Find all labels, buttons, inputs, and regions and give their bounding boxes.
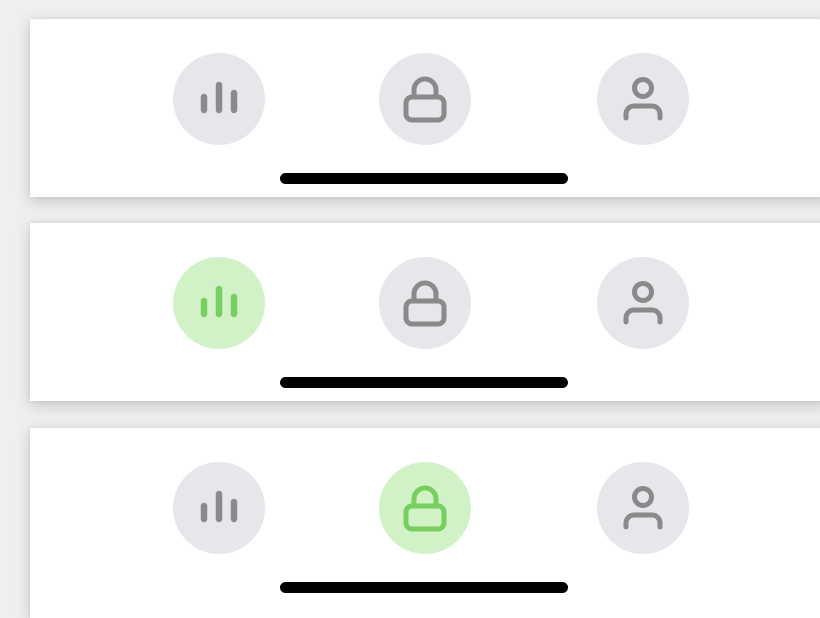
tab-lock[interactable]	[379, 53, 471, 145]
home-indicator	[280, 173, 568, 184]
tab-stats[interactable]	[173, 462, 265, 554]
lock-icon	[403, 76, 447, 123]
user-icon	[623, 77, 663, 121]
tab-bar	[30, 223, 820, 401]
bar-chart-icon	[200, 490, 238, 523]
tab-bar	[30, 19, 820, 197]
tab-bar	[30, 428, 820, 618]
tab-profile[interactable]	[597, 462, 689, 554]
tab-stats[interactable]	[173, 53, 265, 145]
home-indicator	[280, 377, 568, 388]
tab-stats[interactable]	[173, 257, 265, 349]
tab-lock[interactable]	[379, 462, 471, 554]
lock-icon	[403, 280, 447, 327]
home-indicator	[280, 582, 568, 593]
user-icon	[623, 281, 663, 325]
tab-profile[interactable]	[597, 53, 689, 145]
bar-chart-icon	[200, 81, 238, 114]
bar-chart-icon	[200, 285, 238, 318]
lock-icon	[403, 485, 447, 532]
tab-profile[interactable]	[597, 257, 689, 349]
tab-lock[interactable]	[379, 257, 471, 349]
user-icon	[623, 486, 663, 530]
